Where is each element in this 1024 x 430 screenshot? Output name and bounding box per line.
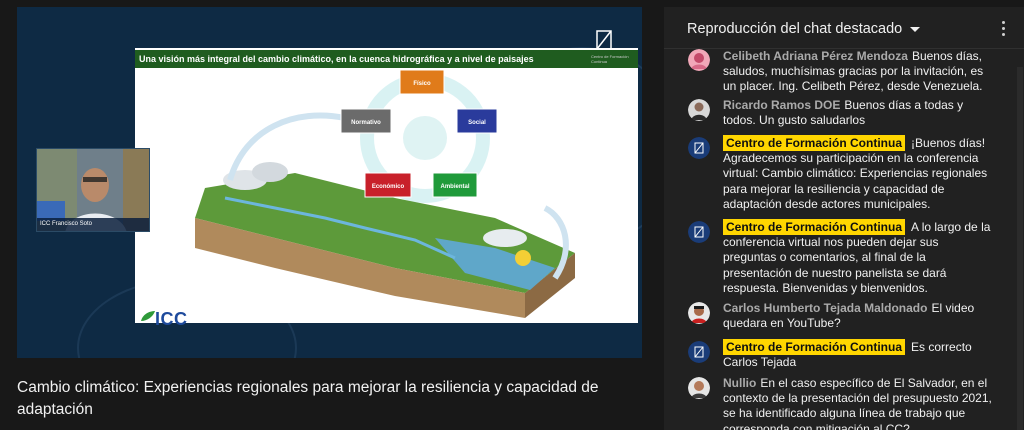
cycle-core [403,116,447,160]
chat-message-text: Celibeth Adriana Pérez Mendoza Buenos día… [723,49,995,95]
speaker-webcam: ICC Francisco Soto [36,148,150,232]
landscape-diagram: Físico Normativo Social Económico Ambien… [195,69,575,318]
chat-message-text: Carlos Humberto Tejada Maldonado El video… [723,301,995,331]
chat-message: Centro de Formación Continua ¡Buenos días… [664,135,1014,213]
channel-avatar[interactable] [688,137,710,159]
chat-replay-panel: Reproducción del chat destacado Celibeth… [664,7,1024,430]
cfc-logo-icon [596,30,612,50]
page: Una visión más integral del cambio climá… [0,0,1024,430]
node-social-label: Social [468,120,486,126]
channel-avatar[interactable] [688,341,710,363]
cfc-logo-text: Centro de Formación Continua [591,54,629,64]
chat-message: Celibeth Adriana Pérez Mendoza Buenos día… [664,45,1014,95]
chat-author-owner-badge[interactable]: Centro de Formación Continua [723,339,906,355]
chat-author-owner-badge[interactable]: Centro de Formación Continua [723,135,906,151]
slide-title: Una visión más integral del cambio climá… [135,50,638,68]
chat-message: Carlos Humberto Tejada Maldonado El video… [664,301,1014,335]
chat-author-owner-badge[interactable]: Centro de Formación Continua [723,219,906,235]
chat-message-text: Centro de Formación Continua Es correcto … [723,339,995,370]
video-player[interactable]: Una visión más integral del cambio climá… [17,7,642,358]
chat-body: En el caso específico de El Salvador, en… [723,376,992,430]
avatar[interactable] [688,99,710,121]
video-title: Cambio climático: Experiencias regionale… [17,379,599,418]
chat-message: Centro de Formación Continua A lo largo d… [664,219,1014,297]
icc-logo: ICC [155,309,188,329]
chat-message-text: Centro de Formación Continua A lo largo d… [723,219,995,296]
chat-scrollbar[interactable] [1017,67,1023,430]
chat-header: Reproducción del chat destacado [664,7,1024,49]
cloud [483,229,527,247]
chat-author[interactable]: Ricardo Ramos DOE [723,98,840,112]
node-normativo-label: Normativo [351,120,381,126]
chat-message: Centro de Formación Continua Es correcto … [664,339,1014,373]
chat-author[interactable]: Carlos Humberto Tejada Maldonado [723,301,927,315]
more-options-icon[interactable] [1002,21,1006,37]
chat-message-text: Centro de Formación Continua ¡Buenos días… [723,135,995,212]
speaker-name-label: ICC Francisco Soto [37,218,149,231]
node-economico-label: Económico [372,184,405,190]
chat-message-text: Nullio En el caso específico de El Salvad… [723,376,995,430]
chat-message: Ricardo Ramos DOE Buenos días a todas y t… [664,97,1014,131]
avatar[interactable] [688,302,710,324]
chat-mode-dropdown[interactable]: Reproducción del chat destacado [687,21,902,37]
chat-message-text: Ricardo Ramos DOE Buenos días a todas y t… [723,98,995,128]
channel-avatar[interactable] [688,221,710,243]
chevron-down-icon[interactable] [910,27,920,32]
avatar[interactable] [688,377,710,399]
chat-author[interactable]: Celibeth Adriana Pérez Mendoza [723,49,908,63]
avatar[interactable] [688,49,710,71]
node-fisico-label: Físico [413,81,431,87]
sun [515,250,531,266]
chat-author[interactable]: Nullio [723,376,756,390]
cloud [252,162,288,182]
chat-message: Nullio En el caso específico de El Salvad… [664,375,1014,430]
node-ambiental-label: Ambiental [440,184,469,190]
presentation-slide: Una visión más integral del cambio climá… [135,48,638,323]
